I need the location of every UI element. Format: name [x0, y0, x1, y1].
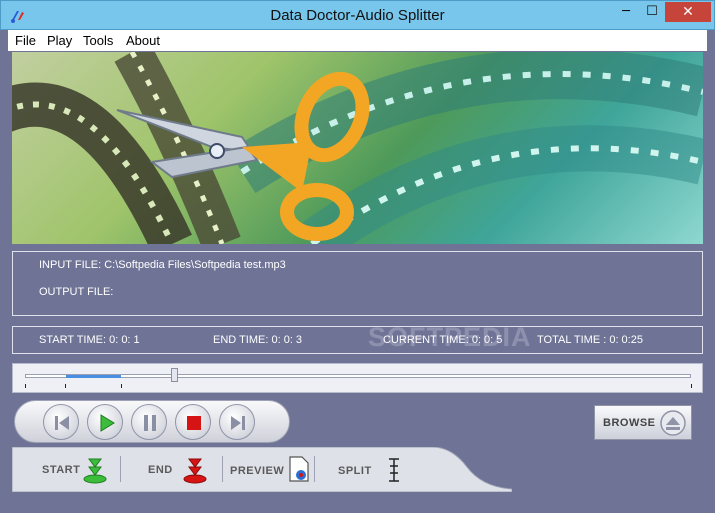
minimize-button[interactable]: ─ — [613, 2, 639, 22]
play-icon — [100, 414, 115, 432]
menu-play[interactable]: Play — [47, 33, 72, 48]
tick-selection-start — [65, 384, 66, 388]
tick-end — [691, 384, 692, 388]
input-file-label: INPUT FILE: C:\Softpedia Files\Softpedia… — [39, 259, 286, 271]
seek-thumb[interactable] — [171, 368, 178, 382]
stop-button[interactable] — [175, 404, 211, 440]
watermark: SOFTPEDIA — [368, 322, 532, 352]
browse-label: BROWSE — [603, 417, 656, 429]
stop-icon — [187, 416, 201, 430]
separator — [222, 456, 223, 482]
end-time: END TIME: 0: 0: 3 — [213, 334, 303, 346]
window-title: Data Doctor-Audio Splitter — [270, 7, 445, 24]
time-panel: START TIME: 0: 0: 1 END TIME: 0: 0: 3 CU… — [12, 326, 703, 354]
close-button[interactable]: ✕ — [665, 2, 711, 22]
eject-icon — [660, 410, 686, 436]
start-time: START TIME: 0: 0: 1 — [39, 334, 140, 346]
separator — [314, 456, 315, 482]
start-label: START — [42, 464, 81, 476]
preview-label: PREVIEW — [230, 465, 285, 477]
menu-bar: File Play Tools About — [8, 30, 707, 51]
selection-range — [66, 375, 121, 378]
seek-track[interactable] — [25, 374, 691, 378]
total-time: TOTAL TIME : 0: 0:25 — [537, 334, 643, 346]
preview-file-icon — [289, 456, 309, 482]
preview-action-button[interactable]: PREVIEW — [224, 447, 314, 492]
split-label: SPLIT — [338, 465, 372, 477]
end-marker-icon — [183, 458, 207, 484]
end-action-button[interactable]: END — [122, 447, 222, 492]
action-bar: START END PREVIEW SPLIT — [12, 447, 512, 492]
separator — [120, 456, 121, 482]
forward-icon — [231, 416, 245, 430]
menu-about[interactable]: About — [126, 33, 160, 48]
file-info-panel: INPUT FILE: C:\Softpedia Files\Softpedia… — [12, 251, 703, 316]
split-cursor-icon — [389, 458, 399, 482]
scissors-film-icon — [12, 52, 703, 244]
start-action-button[interactable]: START — [12, 447, 120, 492]
start-marker-icon — [83, 458, 107, 484]
tick-start — [25, 384, 26, 388]
tick-selection-end — [121, 384, 122, 388]
banner-image — [12, 52, 703, 244]
browse-button[interactable]: BROWSE — [594, 405, 692, 440]
seek-slider-panel — [12, 363, 703, 393]
playback-controls — [14, 400, 290, 443]
title-bar: Data Doctor-Audio Splitter ─ ☐ ✕ — [0, 0, 715, 30]
maximize-button[interactable]: ☐ — [639, 2, 665, 22]
rewind-button[interactable] — [43, 404, 79, 440]
end-label: END — [148, 464, 173, 476]
play-button[interactable] — [87, 404, 123, 440]
rewind-icon — [55, 416, 69, 430]
menu-file[interactable]: File — [15, 33, 36, 48]
forward-button[interactable] — [219, 404, 255, 440]
pause-icon — [144, 415, 156, 431]
menu-tools[interactable]: Tools — [83, 33, 113, 48]
pause-button[interactable] — [131, 404, 167, 440]
split-action-button[interactable]: SPLIT — [316, 447, 416, 492]
output-file-label: OUTPUT FILE: — [39, 286, 114, 298]
